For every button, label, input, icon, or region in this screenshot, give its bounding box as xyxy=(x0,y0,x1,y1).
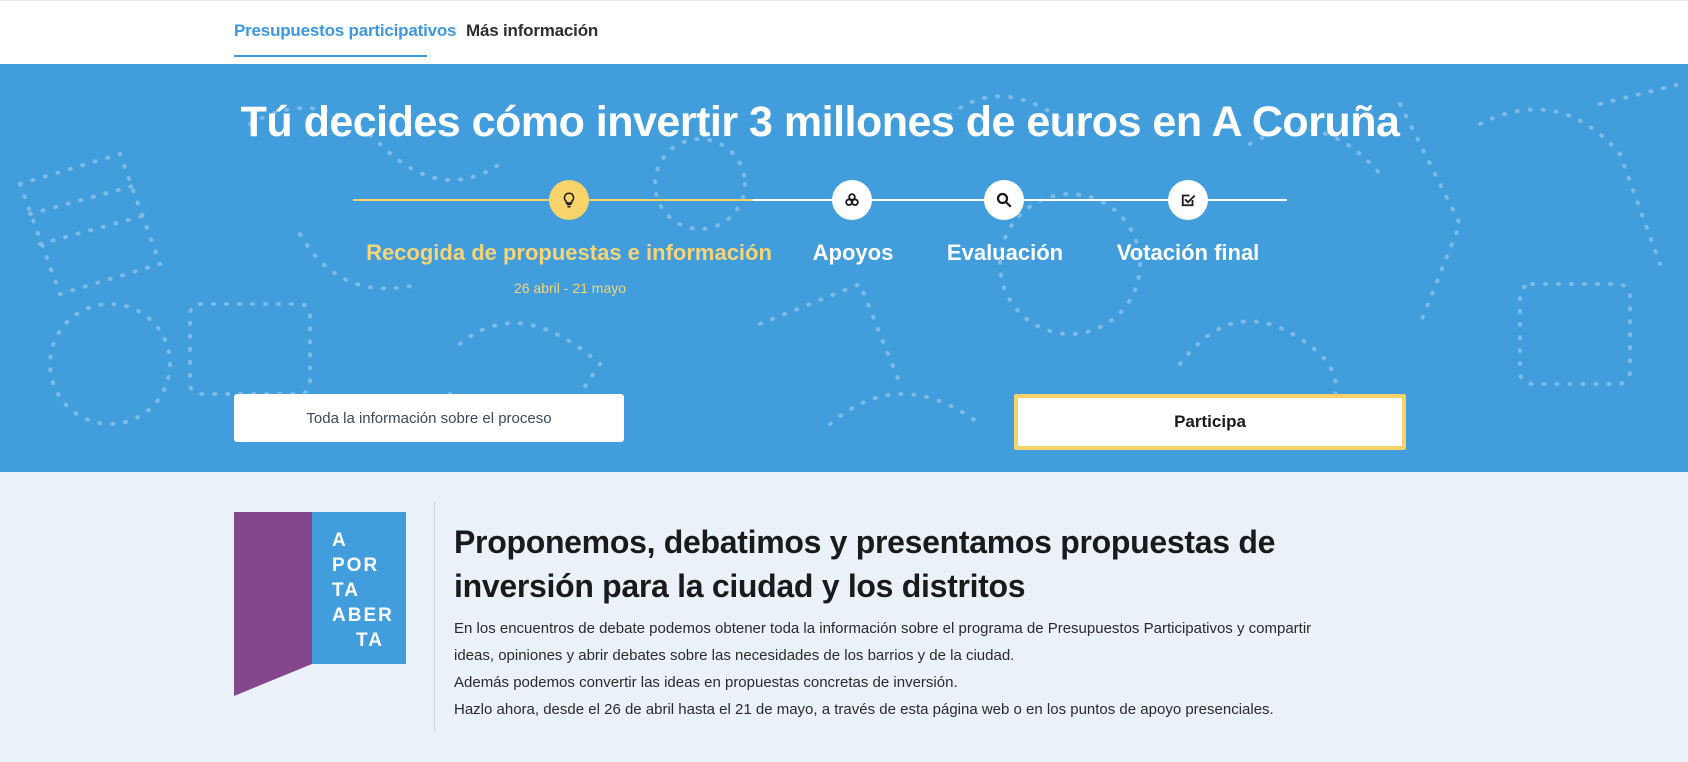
logo-line: TA xyxy=(356,630,384,651)
paragraph: Hazlo ahora, desde el 26 de abril hasta … xyxy=(454,701,1274,718)
check-square-icon[interactable] xyxy=(1168,180,1208,220)
step-date: 26 abril - 21 mayo xyxy=(513,280,627,296)
step-label-evaluacion[interactable]: Evaluación xyxy=(947,240,1063,266)
section-description: En los encuentros de debate podemos obte… xyxy=(454,615,1314,723)
tab-mas-informacion[interactable]: Más información xyxy=(466,21,598,41)
paragraph: Además podemos convertir las ideas en pr… xyxy=(454,674,958,691)
coins-icon[interactable] xyxy=(832,180,872,220)
step-label-recogida[interactable]: Recogida de propuestas e información xyxy=(366,240,772,266)
section-heading: Proponemos, debatimos y presentamos prop… xyxy=(454,524,1276,604)
logo-line: ABER xyxy=(332,605,394,626)
vertical-divider xyxy=(434,502,435,732)
tab-presupuestos-participativos[interactable]: Presupuestos participativos xyxy=(234,21,456,41)
logo-line: POR xyxy=(332,555,379,576)
active-tab-indicator xyxy=(234,55,427,57)
content-section: A POR TA ABER TA Proponemos, debatimos y… xyxy=(0,472,1688,762)
a-porta-aberta-logo: A POR TA ABER TA xyxy=(234,512,406,696)
logo-line: TA xyxy=(332,580,360,601)
search-icon[interactable] xyxy=(984,180,1024,220)
lightbulb-icon[interactable] xyxy=(549,180,589,220)
participa-button[interactable]: Participa xyxy=(1014,394,1406,450)
hero-title: Tú decides cómo invertir 3 millones de e… xyxy=(240,98,1400,146)
step-label-votacion-final[interactable]: Votación final xyxy=(1117,240,1260,266)
step-label-apoyos[interactable]: Apoyos xyxy=(813,240,894,266)
logo-line: A xyxy=(332,530,348,551)
paragraph: En los encuentros de debate podemos obte… xyxy=(454,620,1312,664)
process-info-button[interactable]: Toda la información sobre el proceso xyxy=(234,394,624,442)
top-navigation: Presupuestos participativos Más informac… xyxy=(0,0,1688,64)
hero-banner: Tú decides cómo invertir 3 millones de e… xyxy=(0,64,1688,472)
